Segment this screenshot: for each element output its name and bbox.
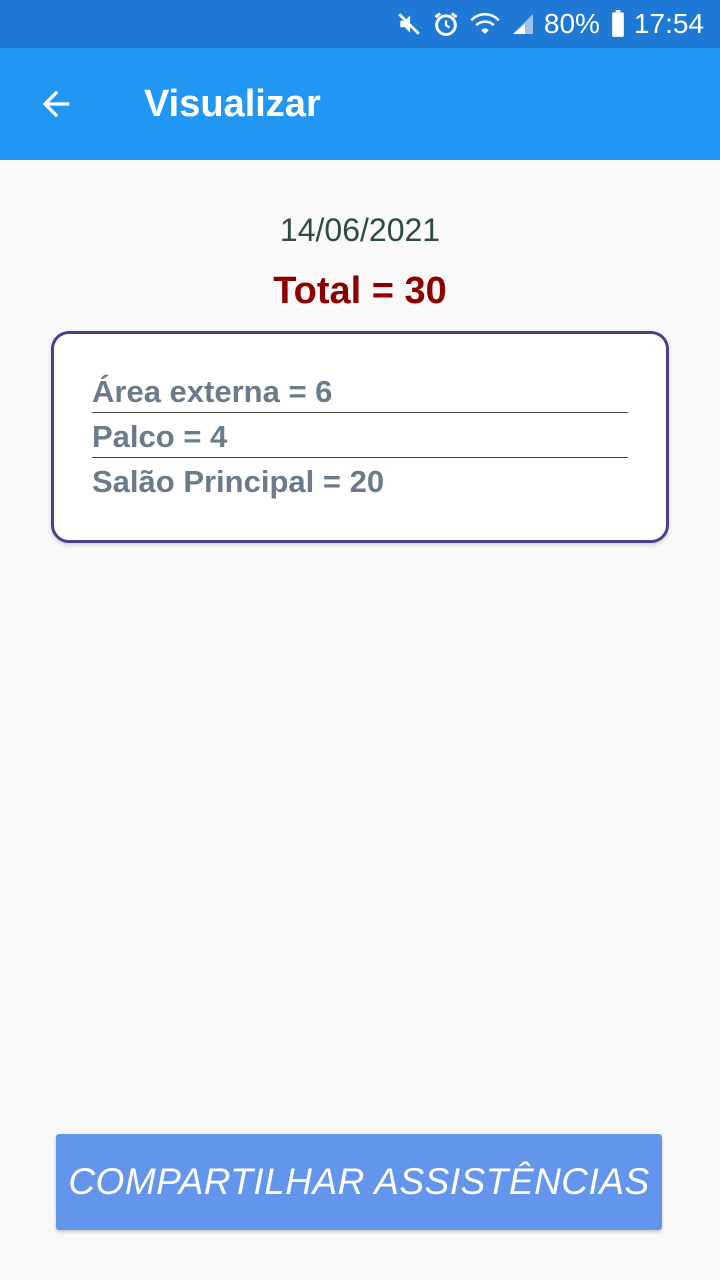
battery-icon <box>610 0 626 48</box>
arrow-left-icon <box>42 90 70 118</box>
signal-icon <box>510 0 536 48</box>
page-title: Visualizar <box>144 82 321 125</box>
area-item: Área externa = 6 <box>92 368 628 413</box>
status-time: 17:54 <box>633 8 704 39</box>
wifi-icon <box>470 0 500 48</box>
mute-icon <box>396 0 422 48</box>
status-bar: 80% 17:54 <box>0 0 720 48</box>
areas-card: Área externa = 6 Palco = 4 Salão Princip… <box>51 331 669 543</box>
alarm-icon <box>432 0 460 48</box>
share-attendance-button[interactable]: COMPARTILHAR ASSISTÊNCIAS <box>56 1134 662 1230</box>
area-item: Salão Principal = 20 <box>92 464 385 499</box>
battery-percentage: 80% <box>543 8 600 39</box>
area-item: Palco = 4 <box>92 413 628 458</box>
app-bar: Visualizar <box>0 48 720 160</box>
back-button[interactable] <box>0 48 112 160</box>
date-label: 14/06/2021 <box>279 212 441 248</box>
total-label: Total = 30 <box>273 270 447 312</box>
